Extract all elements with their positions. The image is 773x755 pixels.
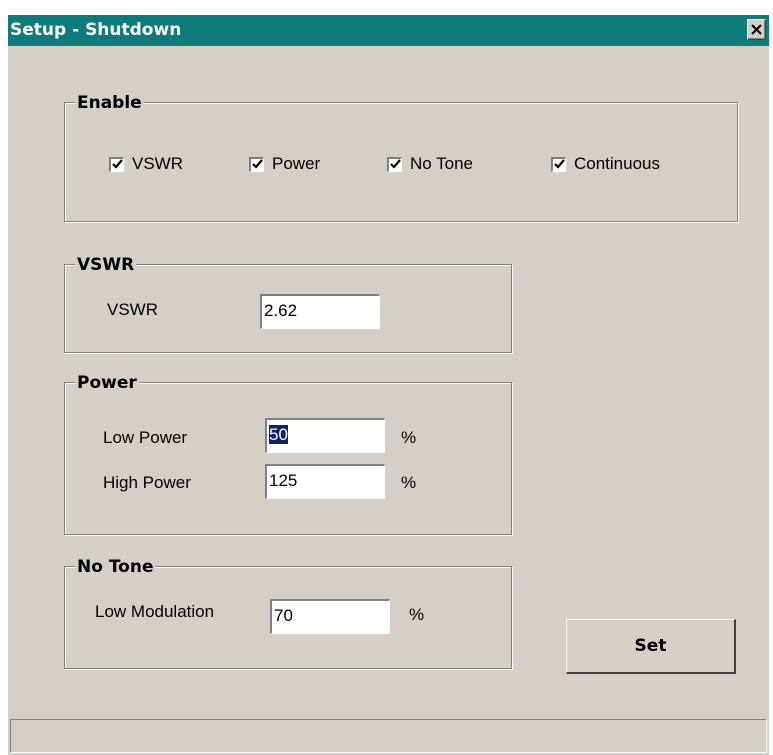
setup-shutdown-dialog: Setup - Shutdown Enable VSWR Power No To… bbox=[8, 15, 769, 755]
continuous-checkbox-box[interactable] bbox=[551, 156, 566, 172]
high-power-percent-label: % bbox=[401, 473, 417, 492]
no-tone-group-legend: No Tone bbox=[75, 557, 156, 577]
vswr-group: VSWR VSWR 2.62 bbox=[64, 255, 512, 353]
checkbox-vswr[interactable]: VSWR bbox=[109, 154, 183, 174]
checkmark-icon bbox=[251, 159, 263, 169]
enable-group-legend: Enable bbox=[75, 93, 144, 113]
high-power-label: High Power bbox=[103, 473, 191, 492]
power-group: Power Low Power 50 % High Power 125 % bbox=[64, 373, 512, 535]
power-group-legend: Power bbox=[75, 373, 139, 393]
checkbox-vswr-label: VSWR bbox=[132, 154, 183, 173]
checkmark-icon bbox=[389, 159, 401, 169]
low-modulation-percent-label: % bbox=[409, 605, 425, 624]
low-power-label: Low Power bbox=[103, 428, 188, 447]
low-power-percent-label: % bbox=[401, 428, 417, 447]
title-bar: Setup - Shutdown bbox=[8, 15, 769, 46]
enable-group: Enable VSWR Power No Tone Continuous bbox=[64, 93, 738, 222]
vswr-label: VSWR bbox=[107, 300, 158, 319]
checkmark-icon bbox=[553, 159, 565, 169]
close-icon bbox=[751, 24, 762, 35]
low-modulation-input[interactable]: 70 bbox=[270, 599, 390, 634]
checkmark-icon bbox=[111, 159, 123, 169]
vswr-group-legend: VSWR bbox=[75, 255, 137, 275]
status-bar bbox=[10, 719, 767, 753]
low-modulation-label: Low Modulation bbox=[95, 602, 215, 621]
no-tone-group: No Tone Low Modulation 70 % bbox=[64, 557, 512, 669]
checkbox-no-tone-label: No Tone bbox=[410, 154, 474, 173]
low-power-input[interactable]: 50 bbox=[265, 418, 385, 453]
close-button[interactable] bbox=[747, 19, 766, 40]
checkbox-power[interactable]: Power bbox=[249, 154, 320, 174]
set-button[interactable]: Set bbox=[566, 619, 736, 674]
checkbox-continuous[interactable]: Continuous bbox=[551, 154, 660, 174]
checkbox-continuous-label: Continuous bbox=[574, 154, 661, 173]
high-power-input[interactable]: 125 bbox=[265, 464, 385, 499]
low-power-selected-text: 50 bbox=[269, 425, 288, 444]
checkbox-no-tone[interactable]: No Tone bbox=[387, 154, 473, 174]
window-title: Setup - Shutdown bbox=[10, 20, 182, 40]
vswr-checkbox-box[interactable] bbox=[109, 156, 124, 172]
vswr-input[interactable]: 2.62 bbox=[260, 294, 380, 329]
checkbox-power-label: Power bbox=[272, 154, 321, 173]
power-checkbox-box[interactable] bbox=[249, 156, 264, 172]
no-tone-checkbox-box[interactable] bbox=[387, 156, 402, 172]
